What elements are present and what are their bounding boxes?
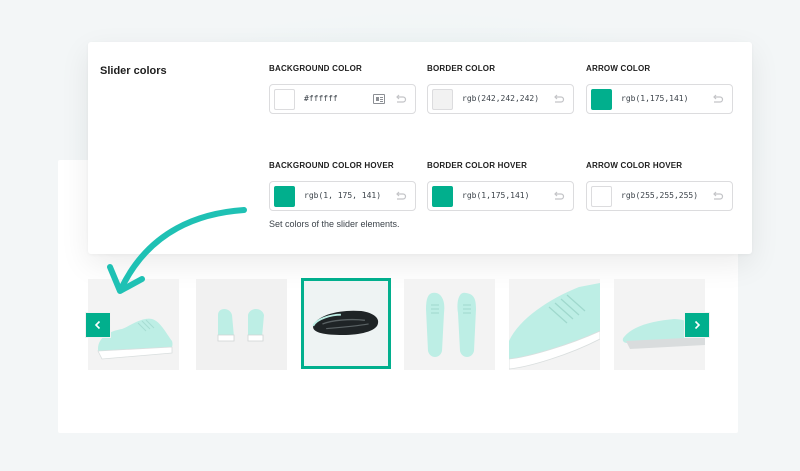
reset-icon[interactable] bbox=[710, 92, 724, 106]
border-color-hover-input[interactable]: rgb(1,175,141) bbox=[427, 181, 574, 211]
shoe-pair-back-view-icon bbox=[196, 279, 287, 370]
reset-icon[interactable] bbox=[551, 92, 565, 106]
background-color-field: BACKGROUND COLOR #ffffff bbox=[269, 64, 416, 114]
color-picker-icon[interactable] bbox=[373, 94, 385, 104]
color-value[interactable]: rgb(1,175,141) bbox=[462, 191, 529, 200]
arrow-color-hover-input[interactable]: rgb(255,255,255) bbox=[586, 181, 733, 211]
color-swatch[interactable] bbox=[274, 186, 295, 207]
color-swatch[interactable] bbox=[274, 89, 295, 110]
color-value[interactable]: rgb(255,255,255) bbox=[621, 191, 698, 200]
border-color-input[interactable]: rgb(242,242,242) bbox=[427, 84, 574, 114]
chevron-left-icon bbox=[94, 320, 101, 330]
color-value[interactable]: #ffffff bbox=[304, 94, 338, 103]
field-label: ARROW COLOR bbox=[586, 64, 651, 73]
color-value[interactable]: rgb(1,175,141) bbox=[621, 94, 688, 103]
border-color-field: BORDER COLOR rgb(242,242,242) bbox=[427, 64, 574, 114]
slider-thumbnail[interactable] bbox=[509, 279, 600, 370]
reset-icon[interactable] bbox=[393, 92, 407, 106]
background-color-input[interactable]: #ffffff bbox=[269, 84, 416, 114]
product-image-slider bbox=[85, 276, 710, 371]
slider-thumbnail[interactable] bbox=[404, 279, 495, 370]
slider-thumbnail-active[interactable] bbox=[301, 278, 391, 369]
border-color-hover-field: BORDER COLOR HOVER rgb(1,175,141) bbox=[427, 161, 574, 211]
field-label: ARROW COLOR HOVER bbox=[586, 161, 683, 170]
field-label: BORDER COLOR bbox=[427, 64, 496, 73]
shoe-pair-top-view-icon bbox=[404, 279, 495, 370]
slider-prev-button[interactable] bbox=[85, 312, 111, 338]
shoe-closeup-icon bbox=[509, 279, 600, 370]
color-value[interactable]: rgb(1, 175, 141) bbox=[304, 191, 381, 200]
chevron-right-icon bbox=[694, 320, 701, 330]
reset-icon[interactable] bbox=[710, 189, 724, 203]
background-color-hover-field: BACKGROUND COLOR HOVER rgb(1, 175, 141) bbox=[269, 161, 416, 211]
slider-next-button[interactable] bbox=[684, 312, 710, 338]
slider-thumbnail[interactable] bbox=[196, 279, 287, 370]
field-label: BACKGROUND COLOR HOVER bbox=[269, 161, 394, 170]
field-label: BACKGROUND COLOR bbox=[269, 64, 362, 73]
color-swatch[interactable] bbox=[591, 186, 612, 207]
color-swatch[interactable] bbox=[432, 186, 453, 207]
field-label: BORDER COLOR HOVER bbox=[427, 161, 528, 170]
arrow-color-field: ARROW COLOR rgb(1,175,141) bbox=[586, 64, 733, 114]
arrow-color-hover-field: ARROW COLOR HOVER rgb(255,255,255) bbox=[586, 161, 733, 211]
color-swatch[interactable] bbox=[432, 89, 453, 110]
color-swatch[interactable] bbox=[591, 89, 612, 110]
background-color-hover-input[interactable]: rgb(1, 175, 141) bbox=[269, 181, 416, 211]
reset-icon[interactable] bbox=[551, 189, 565, 203]
arrow-color-input[interactable]: rgb(1,175,141) bbox=[586, 84, 733, 114]
panel-title: Slider colors bbox=[100, 65, 167, 77]
slider-colors-panel: Slider colors BACKGROUND COLOR #ffffff B… bbox=[88, 42, 752, 254]
color-value[interactable]: rgb(242,242,242) bbox=[462, 94, 539, 103]
help-text: Set colors of the slider elements. bbox=[269, 219, 400, 229]
reset-icon[interactable] bbox=[393, 189, 407, 203]
shoe-sole-view-icon bbox=[304, 281, 388, 366]
